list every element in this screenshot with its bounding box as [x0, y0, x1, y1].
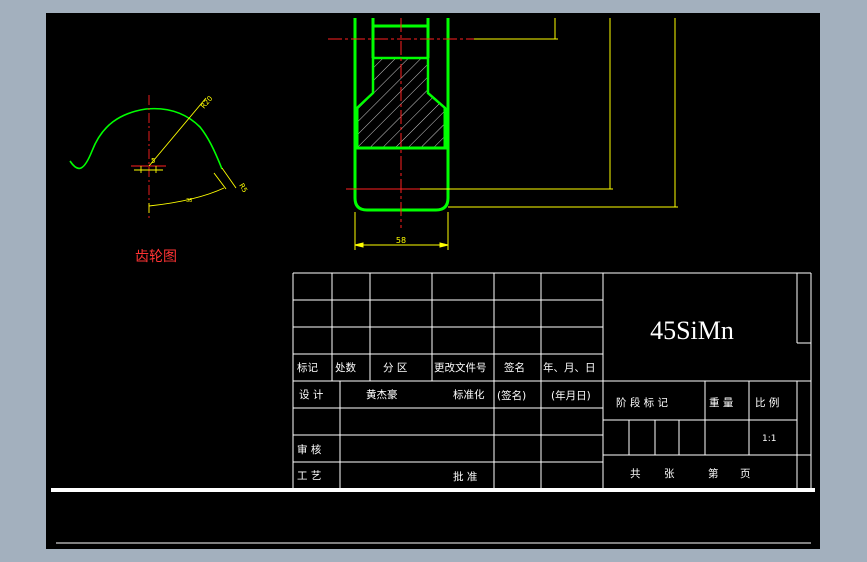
weight-label: 重 量 [709, 396, 734, 409]
row-review: 审 核 [297, 443, 322, 456]
title-block [51, 272, 815, 544]
designer-name: 黄杰豪 [366, 388, 398, 401]
stage-mark: 阶 段 标 记 [616, 396, 669, 409]
row-standardize: 标准化 [453, 388, 485, 401]
row-process: 工 艺 [297, 470, 321, 482]
sheets-total: 共 [630, 468, 641, 480]
drawing-canvas: 58 R20 5 R5 38 齿轮图 45SiMn 标记 处数 分 区 更改文件… [46, 13, 820, 549]
tooth-small-dim: 5 [151, 157, 155, 165]
date-paren: (年月日) [551, 389, 591, 402]
sign-paren: (签名) [497, 389, 526, 402]
tooth-curve [69, 107, 223, 170]
row-approve: 批 准 [453, 470, 477, 483]
header-signature: 签名 [504, 361, 525, 374]
material-label: 45SiMn [650, 316, 734, 345]
header-mark: 标记 [297, 362, 318, 374]
dimension-lines-right [420, 18, 678, 208]
page-unit: 页 [740, 468, 751, 480]
scale-label: 比 例 [755, 396, 779, 409]
header-change-doc: 更改文件号 [434, 361, 487, 374]
gear-section: 58 [328, 18, 678, 250]
scale-value: 1:1 [762, 434, 776, 444]
tooth-arc-label: 38 [186, 198, 192, 204]
sheet-no: 第 [708, 467, 719, 480]
row-design: 设 计 [299, 388, 324, 401]
header-zone: 分 区 [383, 362, 407, 374]
gear-profile-caption: 齿轮图 [135, 249, 177, 265]
title-block-text: 45SiMn 标记 处数 分 区 更改文件号 签名 年、月、日 设 计 黄杰豪 … [297, 316, 779, 483]
header-count: 处数 [335, 361, 356, 374]
tooth-radius-label: R20 [199, 95, 214, 111]
dimension-width-label: 58 [396, 236, 406, 245]
cad-drawing: 58 R20 5 R5 38 齿轮图 45SiMn 标记 处数 分 区 更改文件… [51, 18, 815, 544]
tooth-profile: R20 5 R5 38 齿轮图 [69, 95, 249, 265]
sheets-unit: 张 [664, 468, 675, 480]
tooth-fillet-label: R5 [237, 182, 249, 194]
header-date: 年、月、日 [543, 361, 596, 374]
